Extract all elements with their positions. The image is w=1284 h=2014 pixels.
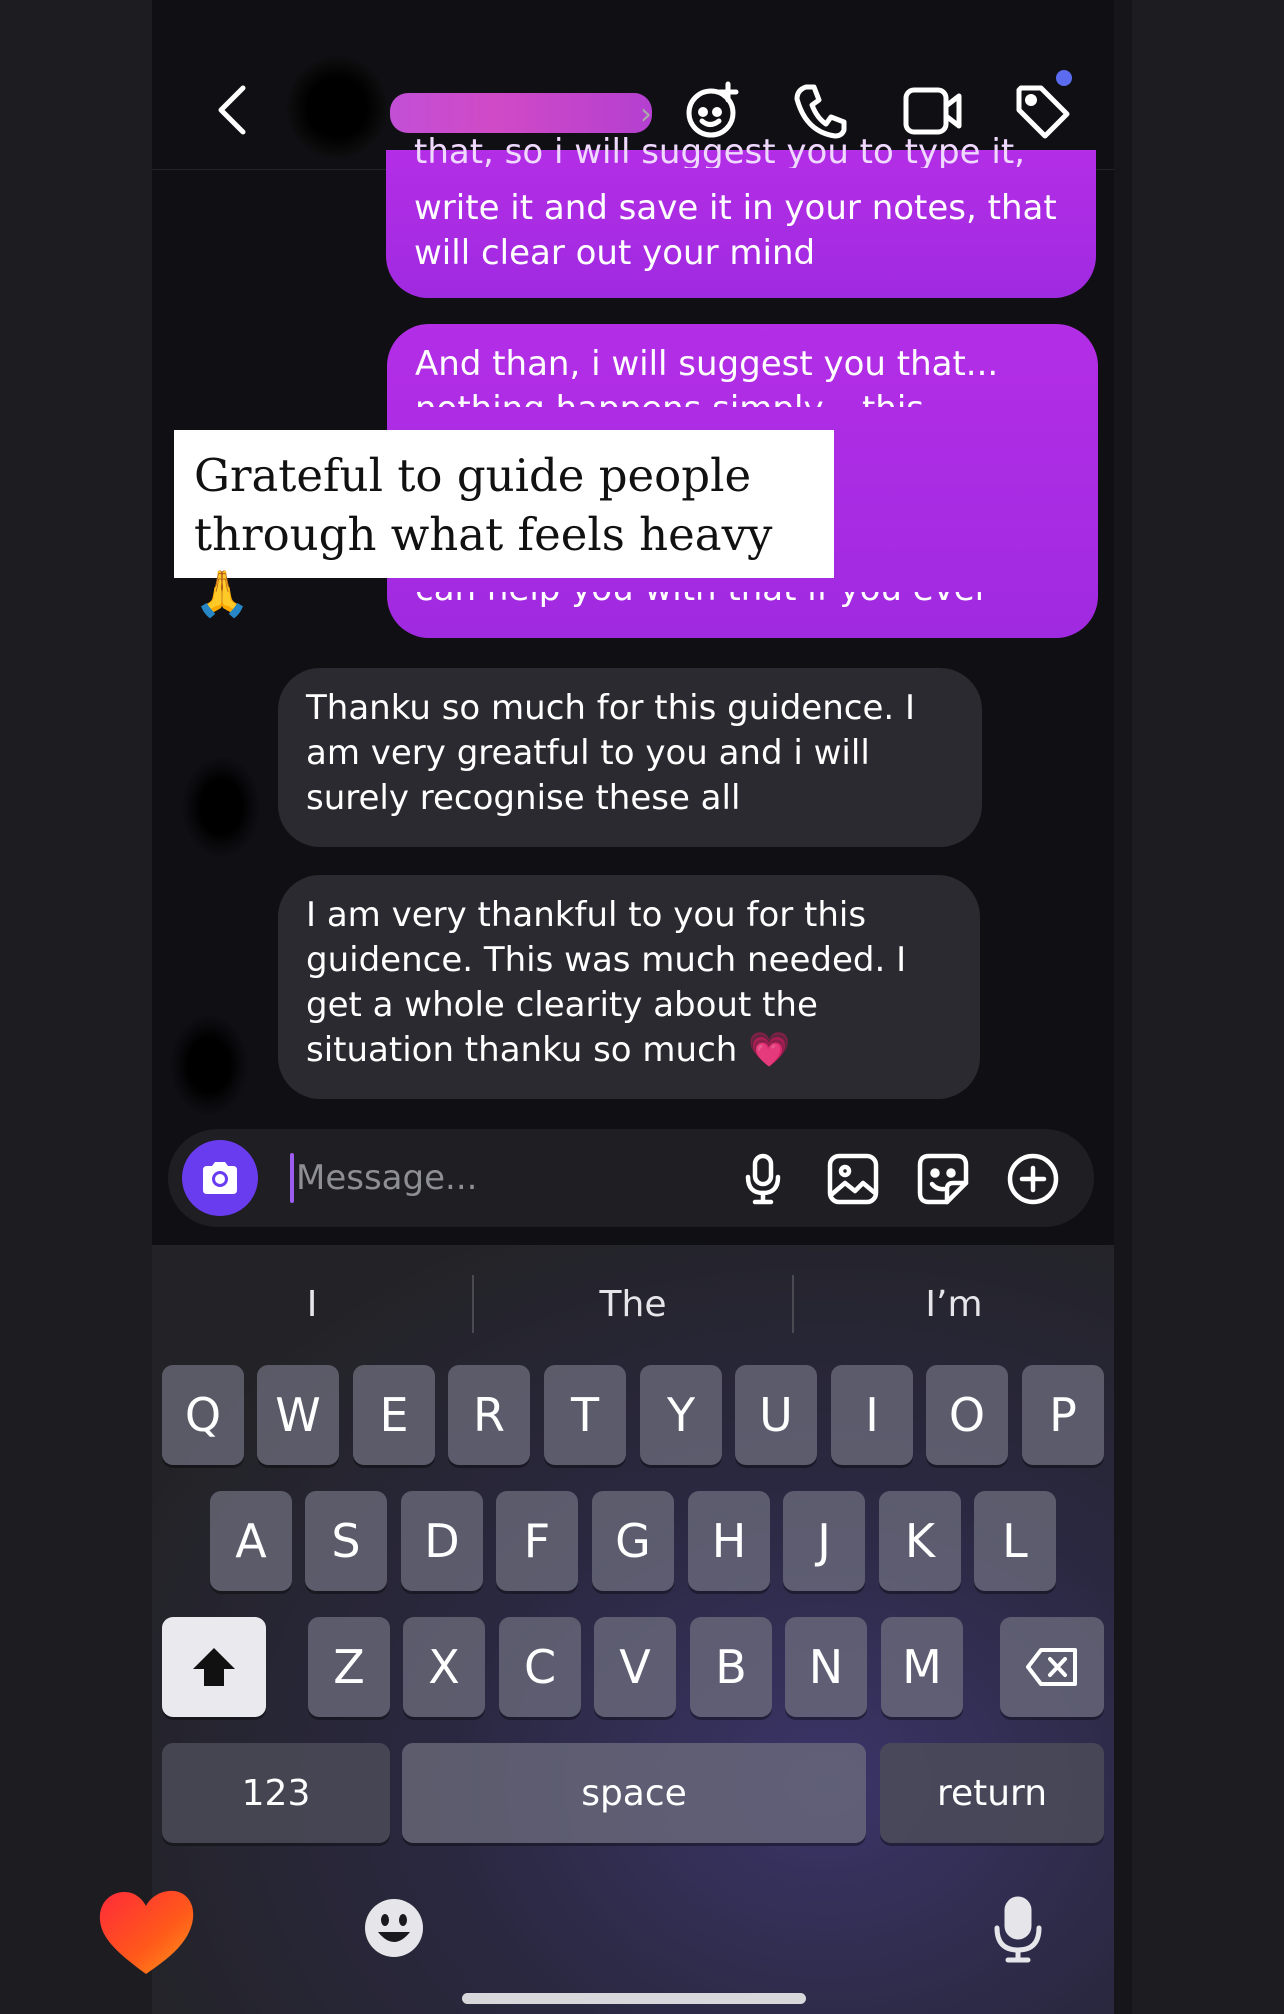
avatar[interactable]: [170, 1015, 248, 1115]
delete-key[interactable]: [1000, 1617, 1104, 1717]
plus-circle-icon: [1007, 1153, 1059, 1205]
key-n[interactable]: N: [785, 1617, 867, 1717]
numbers-key[interactable]: 123: [162, 1743, 390, 1843]
left-backdrop: [0, 0, 152, 2014]
sent-message[interactable]: that, so i will suggest you to type it, …: [386, 132, 1096, 298]
key-b[interactable]: B: [690, 1617, 772, 1717]
overlay-caption: Grateful to guide people through what fe…: [174, 430, 834, 620]
message-partial-line: nothing happens simply... this incident: [415, 387, 1065, 407]
message-partial-line: can help you with that if you ever need: [415, 592, 1065, 612]
text-cursor: [290, 1153, 294, 1203]
heart-sticker: [96, 1886, 196, 1978]
space-key[interactable]: space: [402, 1743, 866, 1843]
key-l[interactable]: L: [974, 1491, 1056, 1591]
key-v[interactable]: V: [594, 1617, 676, 1717]
key-t[interactable]: T: [544, 1365, 626, 1465]
key-y[interactable]: Y: [640, 1365, 722, 1465]
key-j[interactable]: J: [783, 1491, 865, 1591]
contact-name-redacted[interactable]: [390, 93, 652, 133]
key-c[interactable]: C: [499, 1617, 581, 1717]
microphone-icon: [745, 1153, 781, 1205]
gallery-button[interactable]: [826, 1152, 880, 1206]
suggestion-2[interactable]: The: [474, 1275, 792, 1335]
key-f[interactable]: F: [496, 1491, 578, 1591]
back-button[interactable]: [207, 82, 257, 138]
key-w[interactable]: W: [257, 1365, 339, 1465]
home-indicator: [462, 1993, 806, 2004]
message-text: Thanku so much for this guidence. I am v…: [306, 688, 916, 818]
key-i[interactable]: I: [831, 1365, 913, 1465]
sticker-button[interactable]: [916, 1152, 970, 1206]
message-text: I am very thankful to you for this guide…: [306, 895, 907, 1070]
key-m[interactable]: M: [881, 1617, 963, 1717]
chevron-right-icon: ›: [640, 97, 652, 132]
key-o[interactable]: O: [926, 1365, 1008, 1465]
suggestion-1[interactable]: I: [152, 1275, 472, 1335]
key-s[interactable]: S: [305, 1491, 387, 1591]
shift-arrow-icon: [193, 1648, 235, 1686]
camera-button[interactable]: [182, 1140, 258, 1216]
key-e[interactable]: E: [353, 1365, 435, 1465]
voice-message-button[interactable]: [736, 1152, 790, 1206]
key-z[interactable]: Z: [308, 1617, 390, 1717]
message-composer: [168, 1129, 1094, 1227]
right-backdrop: [1132, 0, 1284, 2014]
received-message[interactable]: Thanku so much for this guidence. I am v…: [278, 668, 982, 847]
suggestion-3[interactable]: I’m: [794, 1275, 1114, 1335]
notification-dot: [1056, 70, 1072, 86]
camera-icon: [203, 1162, 237, 1194]
return-key[interactable]: return: [880, 1743, 1104, 1843]
heart-icon: [99, 1890, 194, 1974]
key-x[interactable]: X: [403, 1617, 485, 1717]
avatar[interactable]: [287, 55, 387, 160]
key-a[interactable]: A: [210, 1491, 292, 1591]
message-input[interactable]: [296, 1151, 716, 1205]
key-d[interactable]: D: [401, 1491, 483, 1591]
message-text: write it and save it in your notes, that…: [414, 188, 1057, 273]
key-k[interactable]: K: [879, 1491, 961, 1591]
dictation-button[interactable]: [992, 1896, 1046, 1966]
emoji-button[interactable]: [362, 1896, 426, 1960]
key-q[interactable]: Q: [162, 1365, 244, 1465]
backspace-icon: [1026, 1648, 1077, 1686]
key-h[interactable]: H: [688, 1491, 770, 1591]
message-partial-line: that, so i will suggest you to type it,: [414, 132, 1025, 168]
keyboard-bottom-bar: [152, 1860, 1114, 2014]
message-text: And than, i will suggest you that...: [415, 344, 999, 384]
received-message[interactable]: I am very thankful to you for this guide…: [278, 875, 980, 1099]
sticker-icon: [917, 1153, 969, 1205]
image-icon: [827, 1153, 879, 1205]
key-u[interactable]: U: [735, 1365, 817, 1465]
shift-key[interactable]: [162, 1617, 266, 1717]
more-options-button[interactable]: [1006, 1152, 1060, 1206]
emoji-smile-icon: [365, 1899, 423, 1957]
key-g[interactable]: G: [592, 1491, 674, 1591]
phone-screen: › that, so i will suggest you to type it…: [152, 0, 1114, 2014]
microphone-icon: [994, 1896, 1042, 1963]
avatar[interactable]: [182, 757, 260, 857]
key-p[interactable]: P: [1022, 1365, 1104, 1465]
key-r[interactable]: R: [448, 1365, 530, 1465]
chevron-left-icon: [218, 85, 246, 135]
